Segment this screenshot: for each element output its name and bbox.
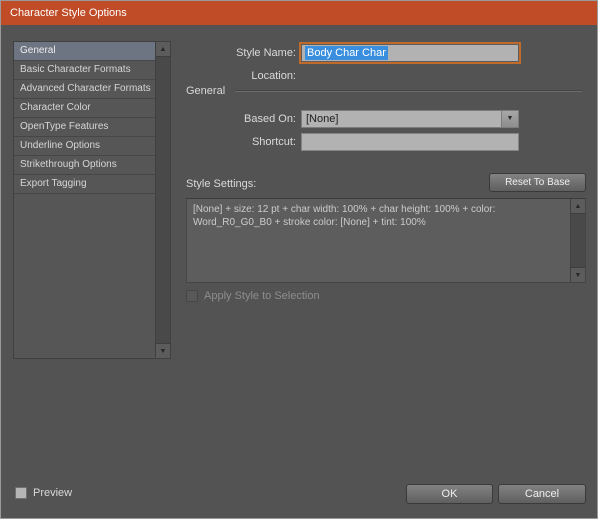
scroll-up-icon[interactable]: ▲ — [571, 199, 585, 214]
style-settings-text: [None] + size: 12 pt + char width: 100% … — [193, 204, 496, 228]
based-on-label: Based On: — [244, 113, 296, 125]
style-name-input[interactable]: Body Char Char — [301, 44, 519, 62]
preview-checkbox-row: Preview — [15, 487, 72, 499]
chevron-down-icon[interactable]: ▼ — [501, 111, 518, 127]
style-settings-box: [None] + size: 12 pt + char width: 100% … — [186, 198, 586, 283]
style-settings-label: Style Settings: — [186, 178, 257, 190]
preview-label: Preview — [33, 487, 73, 499]
general-section-title: General — [186, 85, 226, 97]
character-style-options-dialog: Character Style Options General Basic Ch… — [0, 0, 598, 519]
apply-style-checkbox-row: Apply Style to Selection — [186, 290, 320, 302]
dialog-titlebar[interactable]: Character Style Options — [1, 1, 597, 25]
style-name-label: Style Name: — [236, 47, 296, 59]
general-section-header: General — [186, 85, 582, 97]
sidebar-item-general[interactable]: General — [14, 42, 155, 61]
ok-button[interactable]: OK — [406, 484, 493, 504]
based-on-dropdown[interactable]: [None] ▼ — [301, 110, 519, 128]
scroll-down-icon[interactable]: ▼ — [571, 267, 585, 282]
settings-scrollbar[interactable]: ▲ ▼ — [570, 199, 585, 282]
apply-style-checkbox[interactable] — [186, 290, 198, 302]
location-label: Location: — [251, 70, 296, 82]
sidebar-item-strikethrough-options[interactable]: Strikethrough Options — [14, 156, 155, 175]
scroll-up-icon[interactable]: ▲ — [156, 42, 170, 57]
sidebar-list: General Basic Character Formats Advanced… — [14, 42, 155, 358]
based-on-value: [None] — [306, 113, 339, 125]
style-name-selected-text: Body Char Char — [305, 46, 388, 60]
sidebar-item-underline-options[interactable]: Underline Options — [14, 137, 155, 156]
dialog-title: Character Style Options — [10, 7, 127, 19]
sidebar-scrollbar[interactable]: ▲ ▼ — [155, 42, 170, 358]
sidebar-item-opentype-features[interactable]: OpenType Features — [14, 118, 155, 137]
scroll-down-icon[interactable]: ▼ — [156, 343, 170, 358]
preview-checkbox[interactable] — [15, 487, 27, 499]
sidebar-item-basic-character-formats[interactable]: Basic Character Formats — [14, 61, 155, 80]
sidebar-item-advanced-character-formats[interactable]: Advanced Character Formats — [14, 80, 155, 99]
section-divider — [235, 90, 582, 92]
shortcut-label: Shortcut: — [251, 136, 296, 148]
sidebar-item-export-tagging[interactable]: Export Tagging — [14, 175, 155, 194]
sidebar-panel: General Basic Character Formats Advanced… — [13, 41, 171, 359]
shortcut-input[interactable] — [301, 133, 519, 151]
cancel-button[interactable]: Cancel — [498, 484, 586, 504]
reset-to-base-button[interactable]: Reset To Base — [489, 173, 586, 192]
sidebar-item-character-color[interactable]: Character Color — [14, 99, 155, 118]
apply-style-label: Apply Style to Selection — [204, 290, 320, 302]
